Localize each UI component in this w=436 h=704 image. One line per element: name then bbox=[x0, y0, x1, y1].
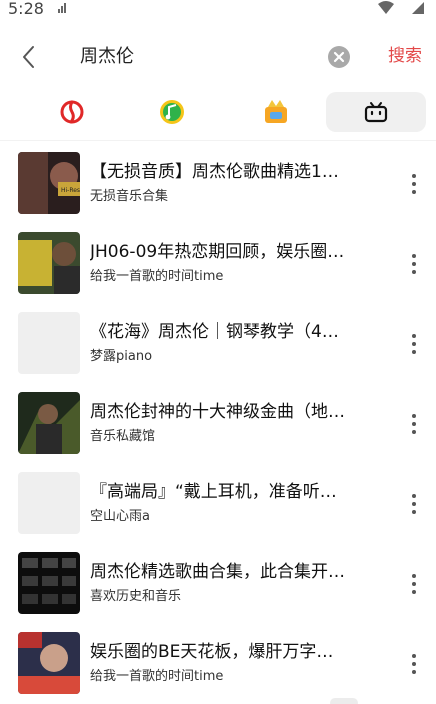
item-title: 周杰伦精选歌曲合集，此合集开… bbox=[90, 562, 345, 582]
search-button[interactable]: 搜索 bbox=[388, 44, 422, 68]
item-title: 周杰伦封神的十大神级金曲（地… bbox=[90, 402, 345, 422]
svg-text:Hi-Res: Hi-Res bbox=[61, 187, 80, 194]
more-icon[interactable] bbox=[404, 412, 424, 436]
item-uploader: 梦露piano bbox=[90, 349, 153, 364]
chevron-left-icon bbox=[23, 46, 34, 68]
status-bar: 5:28 bbox=[0, 0, 436, 20]
more-icon[interactable] bbox=[404, 492, 424, 516]
video-thumbnail bbox=[18, 632, 80, 694]
list-item[interactable]: 『高端局』“戴上耳机，准备听… 空山心雨a bbox=[0, 472, 436, 552]
list-item[interactable]: JH06-09年热恋期回顾，娱乐圈… 给我一首歌的时间time bbox=[0, 232, 436, 312]
item-title: 娱乐圈的BE天花板，爆肝万字… bbox=[90, 642, 334, 662]
item-title: 《花海》周杰伦｜钢琴教学（4… bbox=[90, 322, 339, 342]
video-thumbnail bbox=[18, 232, 80, 294]
more-icon[interactable] bbox=[404, 332, 424, 356]
tab-kuwo-music[interactable] bbox=[226, 92, 326, 132]
divider bbox=[0, 140, 436, 141]
list-item[interactable]: Hi-Res 【无损音质】周杰伦歌曲精选1… 无损音乐合集 bbox=[0, 152, 436, 232]
source-tabs bbox=[0, 90, 436, 134]
item-uploader: 给我一首歌的时间time bbox=[90, 669, 224, 684]
item-uploader: 无损音乐合集 bbox=[90, 189, 169, 204]
item-title: JH06-09年热恋期回顾，娱乐圈… bbox=[90, 242, 345, 262]
video-thumbnail-placeholder bbox=[18, 312, 80, 374]
cellular-icon bbox=[412, 2, 424, 14]
more-icon[interactable] bbox=[404, 652, 424, 676]
list-item[interactable]: 《花海》周杰伦｜钢琴教学（4… 梦露piano bbox=[0, 312, 436, 392]
more-icon[interactable] bbox=[404, 172, 424, 196]
item-uploader: 空山心雨a bbox=[90, 509, 150, 524]
search-input[interactable]: 周杰伦 bbox=[80, 45, 134, 69]
tab-netease-music[interactable] bbox=[22, 92, 122, 132]
item-title: 『高端局』“戴上耳机，准备听… bbox=[90, 482, 337, 502]
qq-music-icon bbox=[160, 100, 184, 124]
netease-music-icon bbox=[60, 100, 84, 124]
wifi-icon bbox=[378, 1, 394, 14]
list-item[interactable]: 周杰伦封神的十大神级金曲（地… 音乐私藏馆 bbox=[0, 392, 436, 472]
status-time: 5:28 bbox=[8, 0, 44, 18]
list-item[interactable]: 周杰伦精选歌曲合集，此合集开… 喜欢历史和音乐 bbox=[0, 552, 436, 632]
back-button[interactable] bbox=[14, 42, 44, 72]
item-uploader: 喜欢历史和音乐 bbox=[90, 589, 182, 604]
video-thumbnail: Hi-Res bbox=[18, 152, 80, 214]
video-thumbnail bbox=[18, 552, 80, 614]
item-uploader: 给我一首歌的时间time bbox=[90, 269, 224, 284]
tab-bilibili[interactable] bbox=[326, 92, 426, 132]
list-item[interactable]: 娱乐圈的BE天花板，爆肝万字… 给我一首歌的时间time bbox=[0, 632, 436, 704]
scroll-hint bbox=[330, 698, 358, 704]
item-uploader: 音乐私藏馆 bbox=[90, 429, 156, 444]
clear-icon bbox=[333, 51, 345, 63]
video-thumbnail-placeholder bbox=[18, 472, 80, 534]
item-title: 【无损音质】周杰伦歌曲精选1… bbox=[90, 162, 339, 182]
more-icon[interactable] bbox=[404, 572, 424, 596]
tab-qq-music[interactable] bbox=[122, 92, 222, 132]
more-icon[interactable] bbox=[404, 252, 424, 276]
bilibili-icon bbox=[364, 102, 388, 123]
search-bar: 周杰伦 搜索 bbox=[0, 34, 436, 80]
clear-button[interactable] bbox=[328, 46, 350, 68]
status-icons bbox=[376, 0, 426, 14]
kuwo-music-icon bbox=[265, 100, 287, 123]
video-thumbnail bbox=[18, 392, 80, 454]
signal-icon bbox=[58, 3, 70, 13]
